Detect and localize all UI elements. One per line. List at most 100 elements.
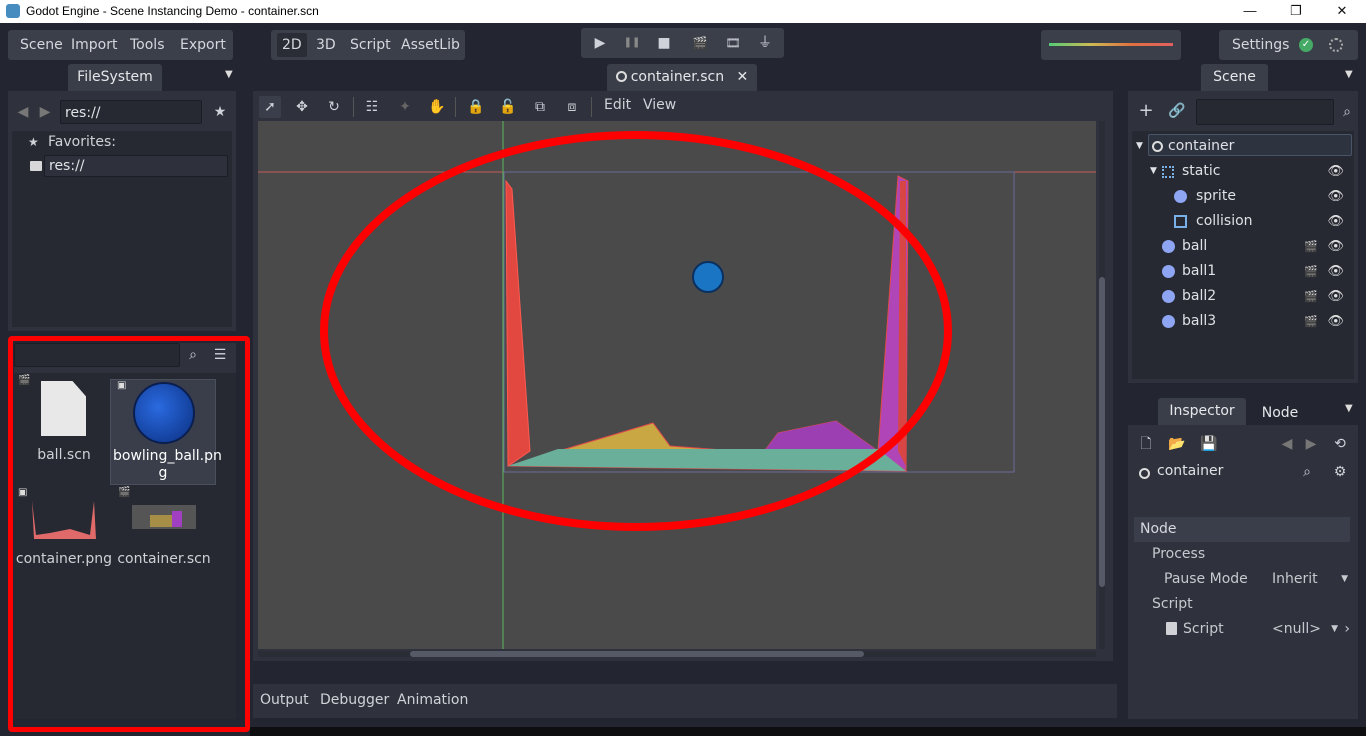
tab-node[interactable]: Node — [1248, 400, 1312, 427]
tree-node-container[interactable]: ▼ container — [1132, 134, 1352, 159]
settings-button[interactable]: Settings — [1232, 30, 1289, 60]
forward-arrow-icon[interactable]: ▶ — [34, 101, 56, 123]
workspace-2d[interactable]: 2D — [277, 33, 307, 57]
add-node-icon[interactable]: + — [1135, 100, 1157, 122]
workspace-3d[interactable]: 3D — [316, 30, 336, 60]
list-select-icon[interactable]: ☷ — [361, 96, 383, 118]
tree-node-ball2[interactable]: ball2 🎬 👁 — [1132, 284, 1352, 309]
horizontal-scroll-thumb[interactable] — [410, 651, 864, 657]
play-scene-icon[interactable]: 🎬 — [689, 32, 711, 54]
workspace-switcher: 2D 3D Script AssetLib — [271, 30, 465, 60]
close-window-button[interactable]: ✕ — [1319, 0, 1365, 23]
scene-canvas — [258, 121, 1096, 649]
play-controls: ▶ ❚❚ ■ 🎬 🎞 ⏚ — [581, 28, 784, 58]
open-scene-clapper-icon[interactable]: 🎬 — [1304, 259, 1318, 284]
tab-filesystem[interactable]: FileSystem — [68, 64, 162, 91]
vertical-scrollbar[interactable] — [1099, 121, 1105, 649]
visibility-eye-icon[interactable]: 👁 — [1327, 234, 1344, 259]
check-icon: ✓ — [1299, 38, 1313, 52]
menu-import[interactable]: Import — [71, 30, 117, 60]
select-tool-icon[interactable]: ➚ — [259, 96, 281, 118]
inspector-dock-menu-icon[interactable]: ▼ — [1345, 403, 1353, 414]
restore-button[interactable]: ❐ — [1273, 0, 1319, 23]
group-process[interactable]: Process — [1152, 542, 1205, 567]
viewport-2d[interactable] — [258, 121, 1096, 649]
new-resource-icon[interactable]: 🗋 — [1135, 433, 1157, 455]
tab-output[interactable]: Output — [260, 692, 309, 708]
search-icon[interactable]: ⌕ — [1336, 101, 1358, 123]
tab-debugger[interactable]: Debugger — [320, 692, 389, 708]
visibility-eye-icon[interactable]: 👁 — [1327, 284, 1344, 309]
open-scene-clapper-icon[interactable]: 🎬 — [1304, 284, 1318, 309]
instance-link-icon[interactable]: 🔗 — [1166, 100, 1188, 122]
menu-scene[interactable]: Scene — [20, 30, 63, 60]
filesystem-path-field[interactable]: res:// — [60, 100, 202, 124]
dock-menu-chevron-icon[interactable]: ▼ — [225, 69, 233, 80]
collapse-arrow-icon[interactable]: ▼ — [1136, 134, 1143, 159]
tab-inspector[interactable]: Inspector — [1158, 398, 1246, 425]
visibility-eye-icon[interactable]: 👁 — [1327, 259, 1344, 284]
stop-icon[interactable]: ■ — [653, 32, 675, 54]
tree-node-ball[interactable]: ball 🎬 👁 — [1132, 234, 1352, 259]
tree-node-static[interactable]: ▼ static 👁 — [1132, 159, 1352, 184]
open-scene-clapper-icon[interactable]: 🎬 — [1304, 234, 1318, 259]
workspace-assetlib[interactable]: AssetLib — [401, 30, 460, 60]
tab-animation[interactable]: Animation — [397, 692, 468, 708]
visibility-eye-icon[interactable]: 👁 — [1327, 184, 1344, 209]
node-label: ball1 — [1182, 263, 1217, 279]
godot-logo-icon — [6, 4, 20, 18]
scene-dock-menu-icon[interactable]: ▼ — [1345, 69, 1353, 80]
favorite-res-item[interactable]: res:// — [44, 155, 228, 177]
save-icon[interactable]: 💾 — [1198, 433, 1220, 455]
rotate-tool-icon[interactable]: ↻ — [323, 96, 345, 118]
vertical-scroll-thumb[interactable] — [1099, 277, 1105, 587]
open-folder-icon[interactable]: 📂 — [1166, 433, 1188, 455]
scene-tab-label: container.scn — [630, 69, 725, 85]
canvas-toolbar: ➚ ✥ ↻ ☷ ✦ ✋ 🔒 🔓 ⧉ ⧈ Edit View — [253, 91, 1113, 123]
deploy-icon[interactable]: ⏚ — [754, 32, 776, 54]
scene-filter-input[interactable] — [1196, 99, 1334, 125]
section-node-header[interactable]: Node — [1134, 517, 1350, 542]
tree-node-ball1[interactable]: ball1 🎬 👁 — [1132, 259, 1352, 284]
history-icon[interactable]: ⟲ — [1329, 433, 1351, 455]
history-forward-icon[interactable]: ▶ — [1300, 433, 1322, 455]
tree-node-sprite[interactable]: sprite 👁 — [1132, 184, 1352, 209]
node-label: ball3 — [1182, 313, 1217, 329]
menu-export[interactable]: Export — [180, 30, 226, 60]
collapse-arrow-icon[interactable]: ▼ — [1150, 159, 1157, 184]
move-tool-icon[interactable]: ✥ — [291, 96, 313, 118]
play-custom-scene-icon[interactable]: 🎞 — [722, 32, 744, 54]
menu-tools[interactable]: Tools — [130, 30, 165, 60]
visibility-eye-icon[interactable]: 👁 — [1327, 209, 1344, 234]
visibility-eye-icon[interactable]: 👁 — [1327, 309, 1344, 334]
tree-node-ball3[interactable]: ball3 🎬 👁 — [1132, 309, 1352, 334]
back-arrow-icon[interactable]: ◀ — [12, 101, 34, 123]
minimize-button[interactable]: — — [1227, 0, 1273, 23]
chevron-down-icon: ▼ — [1341, 574, 1348, 584]
horizontal-scrollbar[interactable] — [258, 651, 1096, 657]
object-settings-gear-icon[interactable]: ⚙ — [1329, 461, 1351, 483]
pan-tool-icon[interactable]: ✋ — [426, 96, 448, 118]
close-tab-icon[interactable]: ✕ — [737, 69, 749, 85]
history-back-icon[interactable]: ◀ — [1276, 433, 1298, 455]
open-scene-clapper-icon[interactable]: 🎬 — [1304, 309, 1318, 334]
workspace-script[interactable]: Script — [350, 30, 391, 60]
favorite-star-icon[interactable]: ★ — [209, 101, 231, 123]
view-menu[interactable]: View — [643, 97, 676, 113]
pivot-tool-icon[interactable]: ✦ — [394, 96, 416, 118]
tree-node-collision[interactable]: collision 👁 — [1132, 209, 1352, 234]
pause-icon[interactable]: ❚❚ — [621, 32, 643, 54]
unlock-icon[interactable]: 🔓 — [497, 96, 519, 118]
pause-mode-dropdown[interactable]: Inherit ▼ — [1272, 567, 1350, 592]
script-value-field[interactable]: <null> ▼ › — [1272, 617, 1350, 642]
lock-icon[interactable]: 🔒 — [465, 96, 487, 118]
search-icon[interactable]: ⌕ — [1296, 461, 1318, 483]
tab-scene[interactable]: Scene — [1201, 64, 1268, 91]
play-icon[interactable]: ▶ — [589, 32, 611, 54]
group-icon[interactable]: ⧉ — [529, 96, 551, 118]
edit-menu[interactable]: Edit — [604, 97, 631, 113]
group-script[interactable]: Script — [1152, 592, 1193, 617]
visibility-eye-icon[interactable]: 👁 — [1327, 159, 1344, 184]
ungroup-icon[interactable]: ⧈ — [561, 96, 583, 118]
tab-container-scene[interactable]: container.scn ✕ — [607, 64, 757, 91]
